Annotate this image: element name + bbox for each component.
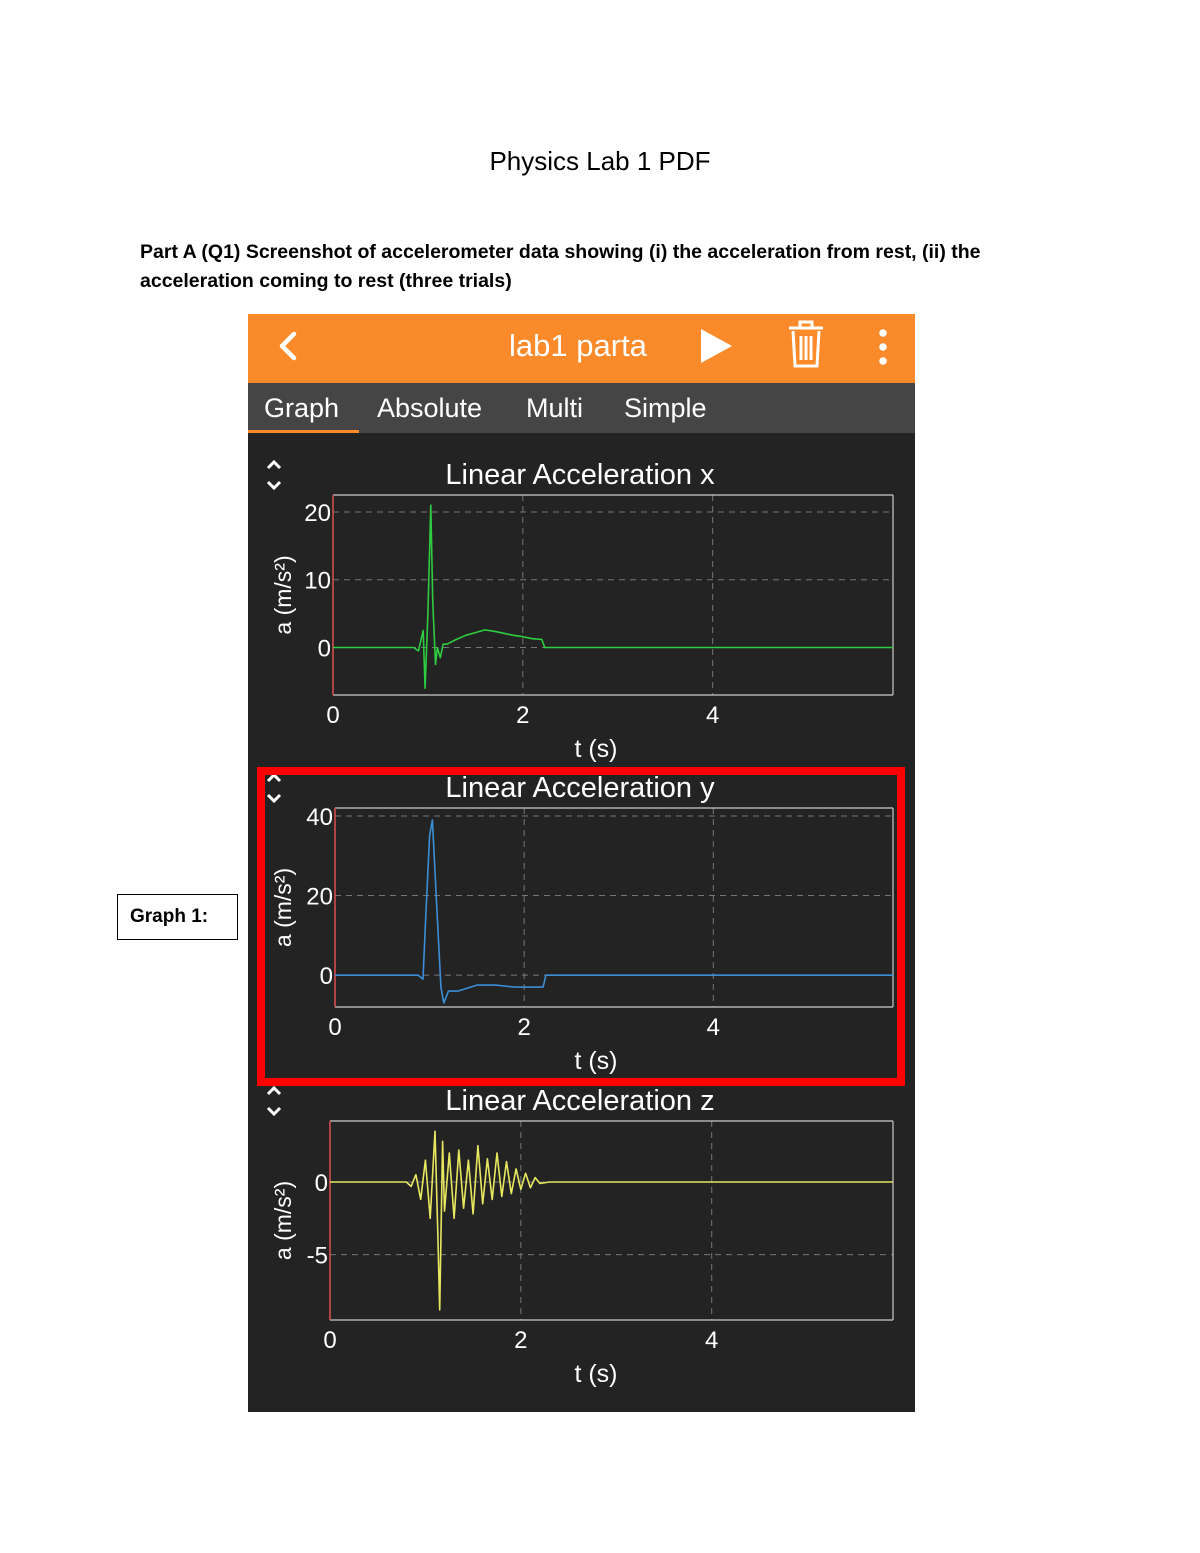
y-axis-label: a (m/s²) bbox=[270, 555, 296, 634]
x-tick-label: 0 bbox=[323, 1327, 336, 1354]
document-title: Physics Lab 1 PDF bbox=[489, 146, 711, 176]
x-tick-label: 4 bbox=[706, 702, 719, 729]
x-axis-label: t (s) bbox=[574, 1360, 617, 1388]
expand-up-icon bbox=[266, 1085, 282, 1096]
y-tick-label: 20 bbox=[304, 500, 331, 527]
collapse-down-icon bbox=[266, 1106, 282, 1117]
y-tick-label: -5 bbox=[307, 1243, 328, 1270]
series-line bbox=[333, 504, 893, 690]
y-axis-label: a (m/s²) bbox=[270, 1181, 296, 1260]
series-line bbox=[330, 1130, 893, 1311]
y-tick-label: 0 bbox=[318, 636, 331, 663]
x-tick-label: 2 bbox=[514, 1327, 527, 1354]
chart-title: Linear Acceleration z bbox=[445, 1085, 714, 1117]
y-tick-label: 10 bbox=[304, 568, 331, 595]
graph-label: Graph 1: bbox=[117, 894, 238, 940]
collapse-down-icon bbox=[266, 480, 282, 491]
x-axis-label: t (s) bbox=[574, 735, 617, 763]
expand-up-icon bbox=[266, 459, 282, 470]
question-text: Part A (Q1) Screenshot of accelerometer … bbox=[140, 238, 1060, 296]
question-line-1: Part A (Q1) Screenshot of accelerometer … bbox=[140, 241, 981, 263]
x-tick-label: 2 bbox=[516, 702, 529, 729]
question-line-2: acceleration coming to rest (three trial… bbox=[140, 270, 512, 292]
y-tick-label: 0 bbox=[315, 1170, 328, 1197]
chart-title: Linear Acceleration x bbox=[445, 459, 715, 491]
x-tick-label: 0 bbox=[326, 702, 339, 729]
highlight-box bbox=[257, 767, 905, 1086]
x-tick-label: 4 bbox=[705, 1327, 718, 1354]
